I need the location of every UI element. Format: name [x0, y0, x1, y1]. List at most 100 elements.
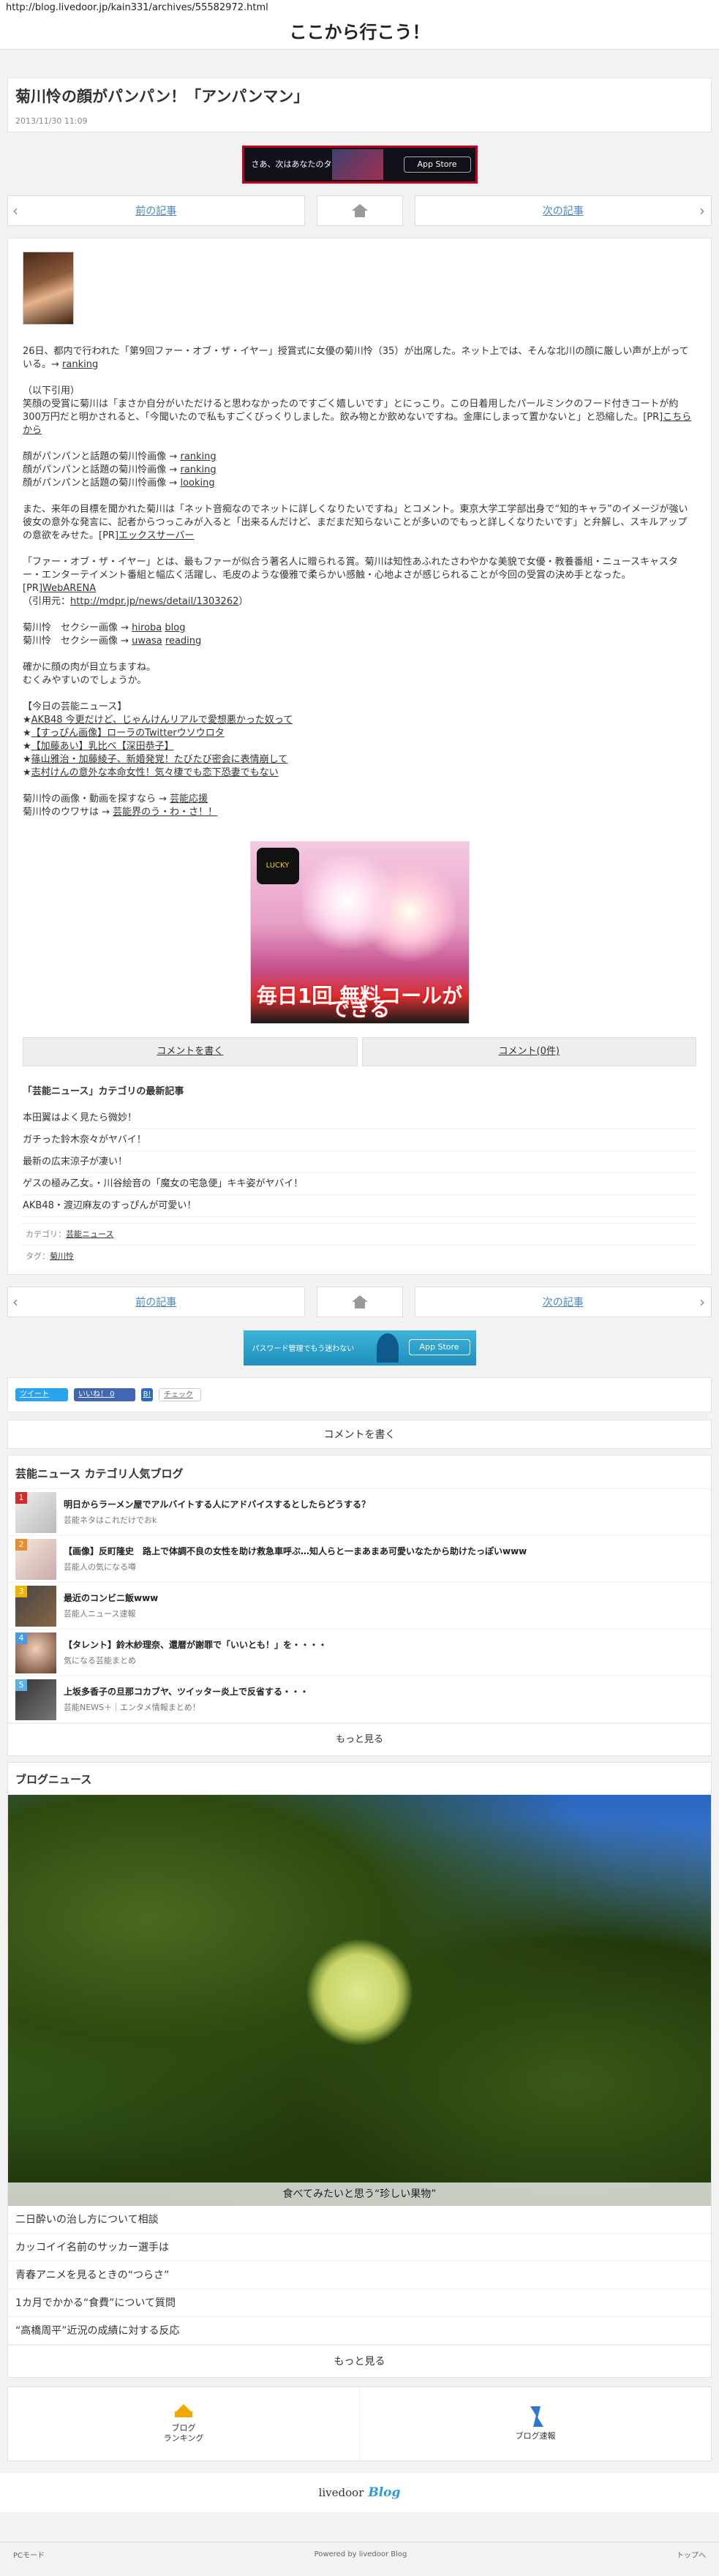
home-button[interactable]: [316, 1287, 403, 1317]
game-ad-logo: LUCKY: [256, 848, 299, 884]
game-ad-characters: [301, 856, 456, 966]
image-links: 顔がパンパンと話題の菊川怜画像 → ranking 顔がパンパンと話題の菊川怜画…: [23, 451, 217, 489]
link-geinou-ouen[interactable]: 芸能応援: [170, 794, 208, 805]
news-flash-label: ブログ速報: [515, 2431, 556, 2441]
blog-news-flash-button[interactable]: ブログ速報: [359, 2387, 711, 2460]
link-source[interactable]: http://mdpr.jp/news/detail/1303262: [70, 596, 238, 607]
blog-news: ブログニュース 食べてみたいと思う“珍しい果物” 二日酔いの治し方について相談 …: [7, 1762, 712, 2378]
popular-source: 芸能人の気になる噂: [64, 1562, 136, 1572]
article-body: 26日、都内で行われた「第9回ファー・オブ・ザ・イヤー」授賞式に女優の菊川怜（3…: [7, 238, 712, 1275]
popular-item[interactable]: 5 上坂多香子の旦那コカブヤ、ツイッター炎上で反省する・・・ 芸能NEWS＋｜エン…: [8, 1676, 711, 1723]
category-item[interactable]: ゲスの極み乙女。・川谷絵音の「魔女の宅急便」キキ姿がヤバイ！: [23, 1173, 696, 1195]
popular-item[interactable]: 1 明日からラーメン屋でアルバイトする人にアドバイスするとしたらどうする？ 芸能ネ…: [8, 1489, 711, 1536]
livedoor-blog-logo[interactable]: livedoor Blog: [0, 2473, 719, 2512]
prev-label: 前の記事: [135, 1297, 177, 1308]
popular-item[interactable]: 3 最近のコンビニ飯www 芸能人ニュース速報: [8, 1583, 711, 1630]
prev-article-button[interactable]: ‹ 前の記事: [7, 195, 305, 226]
next-article-button[interactable]: 次の記事 ›: [414, 195, 712, 226]
article-title: 菊川怜の顔がパンパン！「アンパンマン」: [15, 88, 309, 105]
address-bar[interactable]: http://blog.livedoor.jp/kain331/archives…: [0, 0, 719, 16]
tweet-button[interactable]: ツイート: [15, 1388, 68, 1401]
popular-more-button[interactable]: もっと見る: [8, 1723, 711, 1755]
popular-heading: 芸能ニュース カテゴリ人気ブログ: [8, 1455, 711, 1489]
next-label: 次の記事: [542, 206, 584, 217]
blog-news-item[interactable]: 青春アニメを見るときの“つらさ”: [8, 2261, 711, 2289]
blog-news-item[interactable]: 二日酔いの治し方について相談: [8, 2206, 711, 2234]
check-button[interactable]: チェック: [159, 1388, 201, 1401]
article-photo[interactable]: [23, 252, 74, 325]
news-link-1[interactable]: AKB48 今更だけど、じゃんけんリアルで愛想悪かった奴って: [31, 715, 293, 726]
link-ranking-3[interactable]: ranking: [180, 464, 216, 475]
rank-badge: 5: [15, 1679, 27, 1691]
article-date: 2013/11/30 11:09: [15, 116, 88, 126]
news-link-5[interactable]: 志村けんの意外な本命女性！気々棲でも恋下恐妻でもない: [31, 767, 279, 778]
link-reading[interactable]: reading: [165, 636, 201, 647]
blog-news-hero-image[interactable]: 食べてみたいと思う“珍しい果物”: [8, 1795, 711, 2206]
ad-banner-top[interactable]: さあ、次はあなたのターン App Store: [241, 146, 478, 184]
news-link-4[interactable]: 篠山雅治・加藤綾子、新婚発覚！たびたび密会に表情崩して: [31, 754, 288, 765]
category-item[interactable]: ガチった鈴木奈々がヤバイ！: [23, 1129, 696, 1151]
final-links: 菊川怜の画像・動画を探すなら → 芸能応援 菊川怜のウワサは → 芸能界のう・わ…: [23, 794, 218, 818]
popular-source: 芸能NEWS＋｜エンタメ情報まとめ！: [64, 1702, 200, 1712]
hatena-bookmark-button[interactable]: B!: [141, 1388, 153, 1401]
logo-blog: Blog: [368, 2485, 401, 2500]
popular-item[interactable]: 4 【タレント】鈴木紗理奈、還暦が謝罪で「いいとも！」を・・・・ 気になる芸能まと…: [8, 1630, 711, 1676]
write-comment-bar[interactable]: コメントを書く: [7, 1420, 712, 1449]
ranking-label-1: ブログ: [171, 2423, 196, 2433]
home-button[interactable]: [316, 195, 403, 226]
facebook-like-button[interactable]: いいね！ 0: [74, 1388, 135, 1401]
next-article-button[interactable]: 次の記事 ›: [414, 1287, 712, 1317]
link-ranking-2[interactable]: ranking: [180, 451, 216, 462]
site-title[interactable]: ここから行こう！: [0, 16, 719, 48]
link-webarena[interactable]: WebARENA: [42, 583, 96, 594]
blog-news-heading: ブログニュース: [8, 1763, 711, 1795]
popular-source: 芸能人ニュース速報: [64, 1608, 136, 1619]
crown-icon: [175, 2404, 192, 2417]
pc-mode-link[interactable]: PCモード: [13, 2549, 45, 2560]
ad-banner-password[interactable]: パスワード管理でもう迷わない App Store: [243, 1330, 476, 1366]
link-ranking-1[interactable]: ranking: [62, 359, 98, 370]
news-link-3[interactable]: 【加藤あい】乳比べ【深田恭子】: [31, 741, 174, 752]
link-xserver[interactable]: エックスサーバー: [118, 530, 194, 541]
prev-article-button[interactable]: ‹ 前の記事: [7, 1287, 305, 1317]
bottom-nav: ブログ ランキング ブログ速報: [7, 2387, 712, 2461]
category-item[interactable]: AKB48・渡辺麻友のすっぴんが可愛い！: [23, 1195, 696, 1217]
link-looking[interactable]: looking: [180, 478, 214, 489]
social-buttons: ツイート いいね！ 0 B! チェック: [7, 1377, 712, 1412]
tag-link[interactable]: 菊川怜: [50, 1251, 74, 1261]
popular-source: 芸能ネタはこれだけでおk: [64, 1515, 157, 1525]
today-news: 【今日の芸能ニュース】 ★AKB48 今更だけど、じゃんけんリアルで愛想悪かった…: [23, 701, 293, 778]
popular-title: 【画像】反町隆史 路上で体調不良の女性を助け救急車呼ぶ…知人らと一まあまあ可愛い…: [64, 1545, 527, 1556]
appstore-badge: App Store: [403, 157, 471, 173]
back-to-top-link[interactable]: トップへ: [677, 2549, 706, 2560]
write-comment-button[interactable]: コメントを書く: [23, 1037, 358, 1066]
popular-title: 最近のコンビニ飯www: [64, 1592, 159, 1603]
link-geinoukai-uwasa[interactable]: 芸能界のう・わ・さ！！: [113, 807, 217, 818]
home-icon: [351, 204, 368, 217]
popular-blogs: 芸能ニュース カテゴリ人気ブログ 1 明日からラーメン屋でアルバイトする人にアド…: [7, 1455, 712, 1756]
category-link[interactable]: 芸能ニュース: [66, 1229, 113, 1239]
article-meta: カテゴリ：芸能ニュース タグ：菊川怜: [23, 1217, 696, 1267]
popular-item[interactable]: 2 【画像】反町隆史 路上で体調不良の女性を助け救急車呼ぶ…知人らと一まあまあ可…: [8, 1536, 711, 1583]
comment-count-button[interactable]: コメント(0件): [361, 1037, 696, 1066]
blog-ranking-button[interactable]: ブログ ランキング: [8, 2387, 359, 2460]
paragraph-5: 確かに顔の肉が目立ちますね。 むくみやすいのでしょうか。: [23, 662, 157, 686]
popular-thumb: 4: [15, 1632, 56, 1673]
meta-tag: タグ：菊川怜: [23, 1245, 696, 1267]
link-blog[interactable]: blog: [165, 622, 185, 633]
blog-news-item[interactable]: 1カ月でかかる“食費”について質問: [8, 2289, 711, 2317]
ad-banner-art: [331, 149, 383, 180]
blog-news-more-button[interactable]: もっと見る: [8, 2345, 711, 2377]
category-item[interactable]: 最新の広末涼子が凄い！: [23, 1151, 696, 1173]
hero-caption: 食べてみたいと思う“珍しい果物”: [8, 2183, 711, 2206]
link-hiroba[interactable]: hiroba: [132, 622, 162, 633]
logo-livedoor: livedoor: [318, 2486, 364, 2499]
link-uwasa[interactable]: uwasa: [132, 636, 162, 647]
chevron-right-icon: ›: [699, 1293, 705, 1311]
blog-news-item[interactable]: “高橋周平”近況の成績に対する反応: [8, 2317, 711, 2345]
category-heading: 「芸能ニュース」カテゴリの最新記事: [23, 1086, 184, 1097]
game-ad-image[interactable]: LUCKY 毎日1回 無料コールができる: [249, 841, 470, 1024]
blog-news-item[interactable]: カッコイイ名前のサッカー選手は: [8, 2234, 711, 2261]
news-link-2[interactable]: 【すっぴん画像】ローラのTwitterウソウロタ: [31, 728, 225, 739]
category-item[interactable]: 本田翼はよく見たら微妙！: [23, 1107, 696, 1129]
